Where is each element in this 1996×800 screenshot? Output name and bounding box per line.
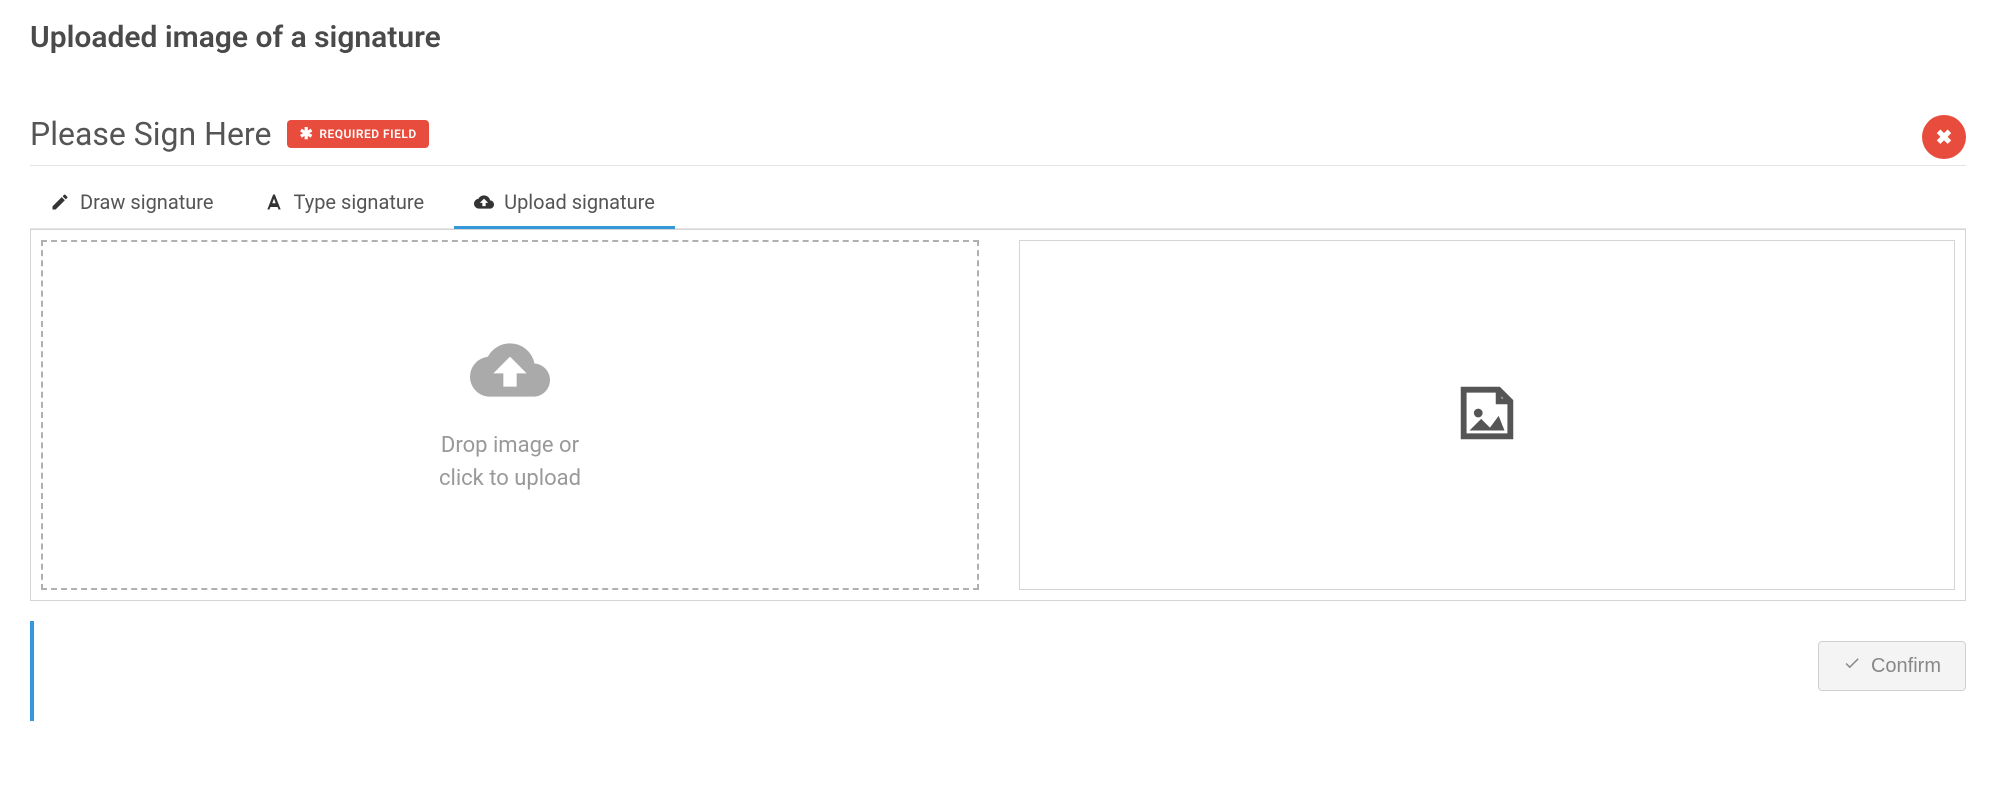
dropzone-text: Drop image or click to upload: [439, 429, 581, 495]
page-title: Uploaded image of a signature: [30, 20, 1966, 55]
tab-type-signature[interactable]: Type signature: [244, 178, 445, 229]
asterisk-icon: ✱: [299, 126, 313, 142]
required-badge: ✱ REQUIRED FIELD: [287, 120, 428, 148]
tabs: Draw signature Type signature Upload sig…: [30, 178, 1966, 229]
confirm-button[interactable]: Confirm: [1818, 641, 1966, 691]
check-icon: [1843, 654, 1861, 678]
tab-draw-signature[interactable]: Draw signature: [30, 178, 234, 229]
close-icon: ✖: [1936, 125, 1953, 150]
close-button[interactable]: ✖: [1922, 115, 1966, 159]
widget-title: Please Sign Here: [30, 115, 271, 153]
confirm-label: Confirm: [1871, 655, 1941, 678]
pencil-icon: [50, 192, 70, 212]
cloud-upload-icon: [474, 192, 494, 212]
tab-type-label: Type signature: [294, 190, 425, 214]
tab-upload-signature[interactable]: Upload signature: [454, 178, 675, 229]
widget-header: Please Sign Here ✱ REQUIRED FIELD: [30, 115, 1966, 166]
cloud-upload-large-icon: [470, 335, 550, 409]
signature-widget: ✖ Please Sign Here ✱ REQUIRED FIELD Draw…: [30, 115, 1966, 721]
upload-content-area: Drop image or click to upload: [30, 229, 1966, 601]
font-icon: [264, 192, 284, 212]
image-placeholder-icon: [1452, 378, 1522, 452]
dropzone-line2: click to upload: [439, 462, 581, 495]
dropzone-line1: Drop image or: [439, 429, 581, 462]
tab-upload-label: Upload signature: [504, 190, 655, 214]
tab-draw-label: Draw signature: [80, 190, 214, 214]
required-badge-label: REQUIRED FIELD: [319, 127, 416, 141]
widget-footer: Confirm: [30, 621, 1966, 721]
signature-preview-box: [1019, 240, 1955, 590]
upload-dropzone[interactable]: Drop image or click to upload: [41, 240, 979, 590]
